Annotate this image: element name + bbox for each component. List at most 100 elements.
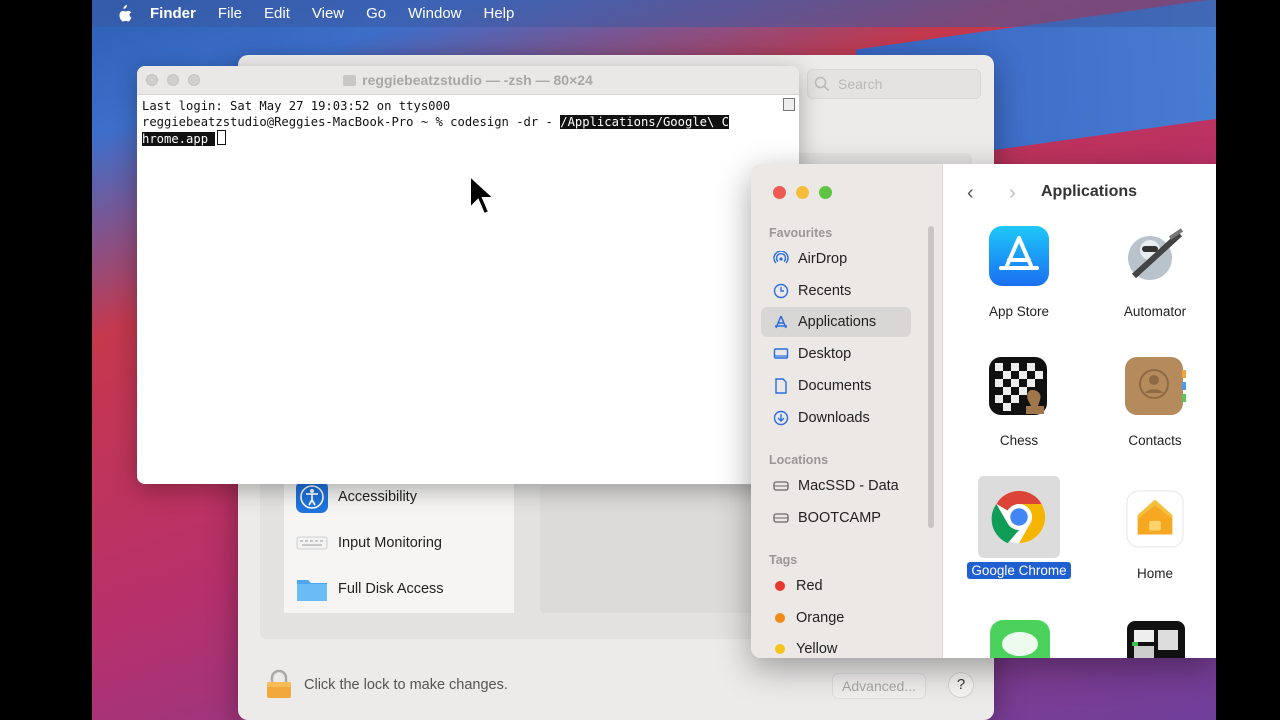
sidebar-item-downloads[interactable]: Downloads	[761, 403, 911, 433]
app-label: Google Chrome	[967, 562, 1071, 579]
menu-file[interactable]: File	[218, 5, 242, 22]
chess-icon	[989, 357, 1047, 415]
sidebar-item-applications[interactable]: Applications	[761, 307, 911, 337]
desktop-icon	[772, 346, 790, 362]
advanced-button[interactable]: Advanced...	[832, 673, 926, 699]
finder-title: Applications	[1041, 183, 1138, 200]
zoom-button[interactable]	[819, 186, 832, 199]
apple-icon[interactable]	[116, 4, 132, 23]
app-item-app-store[interactable]: App Store	[954, 226, 1084, 319]
terminal-title-text: reggiebeatzstudio — -zsh — 80×24	[362, 72, 593, 88]
terminal-title: reggiebeatzstudio — -zsh — 80×24	[137, 72, 799, 88]
disk-icon	[772, 480, 790, 492]
folder-icon	[297, 580, 327, 601]
sidebar-item-macssd-data[interactable]: MacSSD - Data	[761, 471, 911, 501]
lock-text: Click the lock to make changes.	[304, 677, 508, 693]
terminal-output[interactable]: Last login: Sat May 27 19:03:52 on ttys0…	[142, 98, 730, 147]
sidebar-item-recents[interactable]: Recents	[761, 276, 911, 306]
automator-icon	[1128, 228, 1184, 280]
terminal-titlebar[interactable]: reggiebeatzstudio — -zsh — 80×24	[137, 66, 799, 95]
sidebar-item-bootcamp[interactable]: BOOTCAMP	[761, 503, 911, 533]
search-icon	[814, 76, 830, 92]
search-placeholder: Search	[838, 76, 883, 92]
sidebar-item-label: Red	[796, 578, 823, 594]
terminal-window[interactable]: reggiebeatzstudio — -zsh — 80×24 Last lo…	[137, 66, 799, 484]
sidebar-tag-yellow[interactable]: Yellow	[761, 634, 911, 658]
menu-window[interactable]: Window	[408, 5, 461, 22]
minimize-button[interactable]	[796, 186, 809, 199]
last-login-line: Last login: Sat May 27 19:03:52 on ttys0…	[142, 99, 451, 113]
finder-toolbar: ‹ › Applications	[943, 164, 1216, 222]
privacy-list: Accessibility Input Monitoring Full Disk…	[284, 465, 514, 613]
locations-header: Locations	[769, 453, 829, 467]
sidebar-item-documents[interactable]: Documents	[761, 371, 911, 401]
lock-icon[interactable]	[266, 669, 292, 699]
selection-highlight	[978, 476, 1060, 558]
app-item-contacts[interactable]: Contacts	[1090, 356, 1216, 448]
sidebar-scrollbar[interactable]	[928, 226, 934, 528]
applications-icon	[772, 314, 790, 330]
clock-icon	[772, 283, 790, 299]
app-item-google-chrome[interactable]: Google Chrome	[954, 476, 1084, 579]
app-item-home[interactable]: Home	[1090, 490, 1216, 581]
privacy-item-accessibility[interactable]: Accessibility	[296, 481, 417, 513]
menu-finder[interactable]: Finder	[150, 5, 196, 22]
privacy-item-full-disk-access[interactable]: Full Disk Access	[296, 573, 444, 605]
app-label: Home	[1136, 566, 1173, 581]
tags-header: Tags	[769, 553, 798, 567]
tag-dot-icon	[775, 613, 785, 623]
accessibility-icon	[296, 481, 328, 513]
sidebar-tag-red[interactable]: Red	[761, 571, 911, 601]
menu-go[interactable]: Go	[366, 5, 386, 22]
finder-sidebar: Favourites AirDrop Recents Applications …	[751, 164, 943, 658]
home-icon	[1126, 490, 1184, 548]
menu-view[interactable]: View	[312, 5, 344, 22]
app-label: App Store	[988, 304, 1050, 319]
app-store-icon	[989, 226, 1049, 286]
security-footer: Click the lock to make changes. Advanced…	[238, 661, 994, 720]
sidebar-item-label: BOOTCAMP	[798, 510, 881, 526]
sidebar-item-label: AirDrop	[798, 251, 848, 267]
keyboard-icon	[296, 536, 328, 550]
privacy-item-label: Full Disk Access	[338, 581, 444, 597]
sidebar-item-label: Downloads	[798, 410, 870, 426]
close-button[interactable]	[773, 186, 786, 199]
chrome-icon	[991, 490, 1046, 544]
tag-dot-icon	[775, 644, 785, 654]
menu-help[interactable]: Help	[484, 5, 515, 22]
sidebar-item-label: Desktop	[798, 346, 852, 362]
sidebar-item-desktop[interactable]: Desktop	[761, 339, 911, 369]
sidebar-item-label: Yellow	[796, 641, 838, 657]
disk-icon	[772, 512, 790, 524]
app-item-automator[interactable]: Automator	[1090, 226, 1216, 319]
sidebar-item-label: Recents	[798, 283, 852, 299]
mouse-pointer-icon	[469, 174, 496, 216]
privacy-item-input-monitoring[interactable]: Input Monitoring	[296, 527, 442, 559]
app-label: Contacts	[1128, 433, 1182, 448]
search-field[interactable]: Search	[807, 69, 981, 99]
help-button[interactable]: ?	[948, 672, 974, 698]
folder-icon	[343, 75, 357, 86]
sidebar-item-label: Applications	[798, 314, 877, 330]
selected-path-cont: hrome.app	[142, 132, 209, 146]
sidebar-item-label: MacSSD - Data	[798, 478, 899, 494]
prompt-text: reggiebeatzstudio@Reggies-MacBook-Pro ~ …	[142, 115, 561, 129]
contacts-icon	[1125, 357, 1186, 415]
text-cursor	[217, 130, 227, 145]
selected-path: /Applications/Google\ C	[560, 115, 730, 129]
menu-edit[interactable]: Edit	[264, 5, 290, 22]
sidebar-item-label: Documents	[798, 378, 872, 394]
finder-window[interactable]: Favourites AirDrop Recents Applications …	[751, 164, 1216, 658]
scroll-marker-icon	[783, 98, 795, 111]
sidebar-tag-orange[interactable]: Orange	[761, 603, 911, 633]
forward-button[interactable]: ›	[1009, 182, 1016, 205]
app-label: Automator	[1123, 304, 1187, 319]
app-window-icon	[1127, 621, 1185, 658]
privacy-item-label: Input Monitoring	[338, 535, 442, 551]
desktop: Finder File Edit View Go Window Help Sea…	[92, 0, 1216, 720]
back-button[interactable]: ‹	[967, 182, 974, 205]
download-icon	[772, 410, 790, 426]
document-icon	[772, 378, 790, 394]
sidebar-item-airdrop[interactable]: AirDrop	[761, 244, 911, 274]
app-item-chess[interactable]: Chess	[954, 356, 1084, 448]
